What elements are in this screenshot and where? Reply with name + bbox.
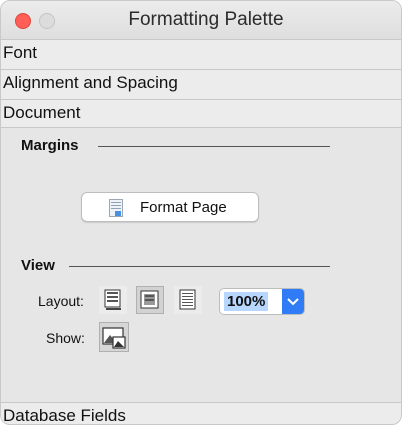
format-page-button[interactable]: Format Page [81, 192, 259, 222]
zoom-value: 100% [224, 292, 269, 311]
page-layout-icon [137, 290, 163, 317]
section-document[interactable]: Document [1, 99, 401, 127]
document-section-body [1, 127, 401, 403]
view-divider [69, 266, 330, 267]
zoom-select[interactable]: 100% [219, 288, 305, 315]
document-icon [109, 199, 123, 222]
format-page-label: Format Page [140, 199, 227, 216]
draft-layout-icon [100, 289, 126, 317]
image-frame-icon [100, 327, 128, 355]
layout-notebook-button[interactable] [174, 286, 202, 314]
formatting-palette-window: Formatting Palette Font Alignment and Sp… [0, 0, 402, 425]
section-alignment-and-spacing[interactable]: Alignment and Spacing [1, 69, 401, 97]
show-images-toggle[interactable] [99, 322, 129, 352]
layout-label: Layout: [38, 293, 84, 309]
margins-heading: Margins [21, 137, 79, 154]
layout-draft-button[interactable] [99, 286, 127, 314]
chevron-down-icon[interactable] [282, 289, 304, 314]
window-title: Formatting Palette [128, 9, 284, 30]
layout-page-button[interactable] [136, 286, 164, 314]
notebook-layout-icon [175, 289, 201, 317]
title-bar: Formatting Palette [1, 1, 401, 39]
show-label: Show: [46, 330, 85, 346]
section-font[interactable]: Font [1, 39, 401, 67]
margins-divider [98, 146, 330, 147]
view-heading: View [21, 257, 55, 274]
section-database-fields[interactable]: Database Fields [1, 402, 401, 424]
